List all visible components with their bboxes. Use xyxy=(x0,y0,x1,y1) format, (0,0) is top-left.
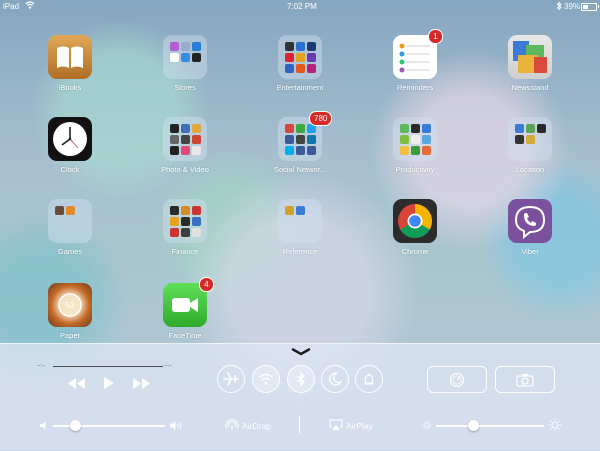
folder-games[interactable]: Games xyxy=(35,199,105,269)
app-label: Location xyxy=(515,165,545,174)
app-label: Newsstand xyxy=(511,83,549,92)
chevron-down-icon[interactable] xyxy=(291,348,311,356)
folder-finance[interactable]: Finance xyxy=(150,199,220,269)
ibooks-icon xyxy=(48,35,92,79)
clock-time: 7:02 PM xyxy=(287,2,317,11)
airplay-icon xyxy=(329,419,343,430)
elapsed-time: --:-- xyxy=(37,363,46,369)
folder-social-networking[interactable]: 780 Social Networ... xyxy=(265,111,335,187)
notification-badge: 4 xyxy=(199,277,214,292)
folder-icon xyxy=(393,117,437,161)
app-label: Viber xyxy=(521,247,539,256)
rotation-lock-toggle[interactable] xyxy=(355,365,383,393)
svg-text:53: 53 xyxy=(66,301,75,310)
app-clock[interactable]: Clock xyxy=(35,117,105,187)
brightness-low-icon xyxy=(422,420,432,430)
newsstand-icon xyxy=(508,35,552,79)
camera-button[interactable] xyxy=(495,366,555,393)
paper-icon: 53 xyxy=(48,283,92,327)
play-icon[interactable] xyxy=(104,377,114,389)
app-label: Finance xyxy=(171,247,199,256)
notification-badge: 780 xyxy=(309,111,333,126)
scrubber-track xyxy=(53,366,163,367)
bluetooth-toggle[interactable] xyxy=(287,365,315,393)
folder-icon xyxy=(508,117,552,161)
app-label: Reference xyxy=(282,247,318,256)
app-label: Social Networ... xyxy=(273,165,327,174)
airplane-mode-toggle[interactable] xyxy=(217,365,245,393)
airdrop-button[interactable]: AirDrop xyxy=(242,421,271,431)
folder-photo-video[interactable]: Photo & Video xyxy=(150,117,220,187)
volume-slider[interactable] xyxy=(53,420,165,431)
bluetooth-status-icon xyxy=(556,1,562,11)
app-label: iBooks xyxy=(58,83,82,92)
brightness-high-icon xyxy=(548,418,562,432)
viber-icon xyxy=(508,199,552,243)
timer-button[interactable] xyxy=(427,366,487,393)
wifi-icon xyxy=(258,373,274,385)
folder-productivity[interactable]: Productivity xyxy=(380,117,450,187)
folder-location[interactable]: Location xyxy=(495,117,565,187)
battery-percent: 39% xyxy=(564,2,581,11)
folder-icon xyxy=(163,199,207,243)
app-label: Chrome xyxy=(401,247,429,256)
app-label: FaceTime xyxy=(168,331,202,340)
app-label: Stores xyxy=(174,83,196,92)
divider xyxy=(299,416,300,433)
media-scrubber[interactable]: --:-- --:-- xyxy=(37,363,176,369)
brightness-slider[interactable] xyxy=(436,420,544,431)
chrome-icon xyxy=(393,199,437,243)
notification-badge: 1 xyxy=(428,29,443,44)
airplay-button[interactable]: AirPlay xyxy=(346,421,373,431)
wifi-status-icon xyxy=(25,1,35,9)
folder-icon xyxy=(163,35,207,79)
control-center: --:-- --:-- xyxy=(0,343,600,451)
do-not-disturb-toggle[interactable] xyxy=(321,365,349,393)
remaining-time: --:-- xyxy=(164,363,173,369)
app-viber[interactable]: Viber xyxy=(495,199,565,269)
folder-icon xyxy=(278,199,322,243)
app-newsstand[interactable]: Newsstand xyxy=(495,35,565,105)
folder-icon xyxy=(163,117,207,161)
device-name: iPad xyxy=(3,2,20,11)
app-label: Paper xyxy=(59,331,80,340)
folder-icon xyxy=(48,199,92,243)
volume-low-icon xyxy=(40,421,46,430)
app-chrome[interactable]: Chrome xyxy=(380,199,450,269)
app-label: Clock xyxy=(60,165,80,174)
app-label: Games xyxy=(57,247,83,256)
volume-high-icon xyxy=(170,421,182,430)
folder-icon xyxy=(278,35,322,79)
app-label: Photo & Video xyxy=(161,165,209,174)
camera-icon xyxy=(516,374,534,387)
battery-fill xyxy=(583,5,588,9)
rotation-lock-icon xyxy=(364,373,374,385)
app-reminders[interactable]: 1 Reminders xyxy=(380,29,450,105)
folder-stores[interactable]: Stores xyxy=(150,35,220,105)
bluetooth-icon xyxy=(297,371,305,387)
airdrop-icon xyxy=(225,419,239,430)
folder-reference[interactable]: Reference xyxy=(265,199,335,269)
app-ibooks[interactable]: iBooks xyxy=(35,35,105,105)
moon-icon xyxy=(329,372,343,386)
app-label: Entertainment xyxy=(276,83,324,92)
battery-icon xyxy=(581,3,599,11)
airplane-icon xyxy=(223,372,239,386)
wifi-toggle[interactable] xyxy=(252,365,280,393)
timer-icon xyxy=(449,372,465,388)
app-label: Reminders xyxy=(396,83,434,92)
folder-entertainment[interactable]: Entertainment xyxy=(265,35,335,105)
clock-icon xyxy=(48,117,92,161)
volume-slider-knob[interactable] xyxy=(69,420,81,431)
status-bar: iPad 7:02 PM 39% xyxy=(0,0,600,14)
app-label: Productivity xyxy=(395,165,435,174)
rewind-icon[interactable] xyxy=(68,378,85,389)
fast-forward-icon[interactable] xyxy=(133,378,150,389)
